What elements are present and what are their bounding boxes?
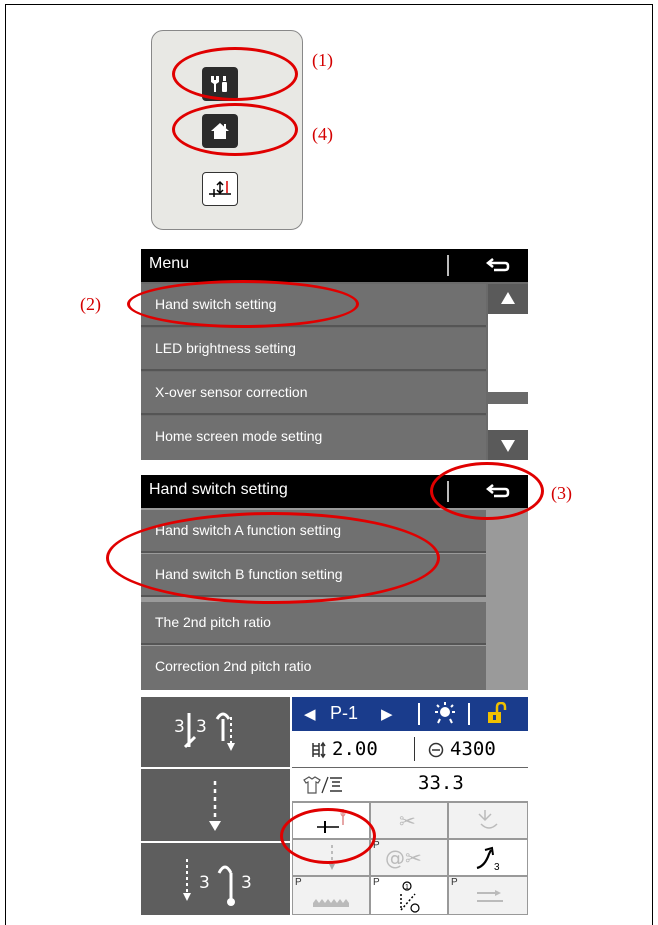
prev-pattern-icon[interactable]: ◀ bbox=[304, 705, 316, 723]
home-screen: 3 3 3 3 ◀ P-1 ▶ 2.00 4300 33.3 ✂ P @✂ 3 … bbox=[141, 697, 528, 915]
callout-ring-reverse bbox=[280, 808, 376, 864]
presser-lift-icon bbox=[477, 890, 503, 902]
bartack-count-button[interactable]: 3 bbox=[448, 839, 528, 876]
pitch-ratio-value: 33.3 bbox=[418, 772, 464, 794]
garment-ratio-icon bbox=[303, 776, 342, 794]
menu-screen: Menu Hand switch setting LED brightness … bbox=[141, 249, 528, 460]
menu-item-label: The 2nd pitch ratio bbox=[155, 614, 271, 630]
needle-button[interactable] bbox=[202, 172, 238, 206]
back-icon[interactable] bbox=[485, 256, 511, 274]
arrow-up-icon bbox=[501, 292, 515, 304]
wiper-icon bbox=[478, 810, 498, 829]
p-marker: P bbox=[373, 877, 380, 888]
callout-label-2: (2) bbox=[80, 294, 101, 314]
speed-icon bbox=[428, 742, 444, 758]
callout-label-4: (4) bbox=[312, 124, 333, 144]
scissors-icon: ✂ bbox=[399, 809, 416, 833]
bartack-count-icon: 3 bbox=[476, 846, 500, 872]
pitch-ratio-row[interactable]: 33.3 bbox=[292, 768, 528, 802]
menu-item-home-mode[interactable]: Home screen mode setting bbox=[141, 416, 486, 460]
hand-switch-item-2nd-pitch[interactable]: The 2nd pitch ratio bbox=[141, 602, 486, 645]
status-bar: ◀ P-1 ▶ bbox=[292, 697, 528, 731]
trim-wiper-button[interactable]: P @✂ bbox=[370, 839, 448, 876]
end-backtack-button[interactable]: 3 3 bbox=[141, 843, 290, 915]
menu-item-led[interactable]: LED brightness setting bbox=[141, 328, 486, 371]
start-backtack-icon bbox=[183, 712, 235, 751]
scroll-thumb[interactable] bbox=[488, 392, 528, 404]
continuous-stitch-button[interactable] bbox=[141, 771, 290, 843]
condensed-stitch-icon: 1 bbox=[400, 881, 420, 913]
feed-dog-icon bbox=[313, 899, 349, 907]
row-separator bbox=[414, 737, 415, 761]
start-backtack-button[interactable]: 3 3 bbox=[141, 697, 290, 769]
svg-text:3: 3 bbox=[494, 862, 500, 872]
callout-label-1: (1) bbox=[312, 50, 333, 70]
status-separator bbox=[418, 703, 420, 725]
left-panel: 3 3 3 3 bbox=[141, 697, 290, 915]
callout-ring-ab bbox=[106, 512, 440, 604]
needle-up-down-icon bbox=[209, 180, 231, 197]
callout-ring-2 bbox=[127, 280, 359, 328]
condensed-stitch-button[interactable]: P 1 bbox=[370, 876, 448, 915]
p-marker: P bbox=[451, 877, 458, 888]
end-backtack-icon bbox=[183, 859, 235, 906]
speed-value: 4300 bbox=[450, 738, 496, 760]
unlock-icon[interactable] bbox=[485, 702, 509, 726]
stitch-length-value: 2.00 bbox=[332, 738, 378, 760]
callout-ring-1 bbox=[172, 47, 298, 101]
menu-item-label: LED brightness setting bbox=[155, 340, 296, 356]
status-separator bbox=[468, 703, 470, 725]
hand-switch-title: Hand switch setting bbox=[149, 481, 288, 498]
thread-trim-button[interactable]: ✂ bbox=[370, 802, 448, 839]
title-separator bbox=[447, 255, 449, 276]
wiper-button[interactable] bbox=[448, 802, 528, 839]
menu-item-label: Correction 2nd pitch ratio bbox=[155, 658, 312, 674]
menu-title-bar: Menu bbox=[141, 249, 528, 282]
arrow-down-icon bbox=[501, 440, 515, 452]
callout-label-3: (3) bbox=[551, 483, 572, 503]
menu-item-label: Home screen mode setting bbox=[155, 428, 323, 444]
scroll-down-button[interactable] bbox=[488, 430, 528, 460]
presser-lift-button[interactable]: P bbox=[448, 876, 528, 915]
trim-wiper-icon: @✂ bbox=[385, 846, 422, 870]
callout-ring-3 bbox=[430, 462, 544, 520]
menu-item-label: X-over sensor correction bbox=[155, 384, 308, 400]
menu-title: Menu bbox=[149, 255, 190, 272]
stitch-speed-row[interactable]: 2.00 4300 bbox=[292, 733, 528, 768]
p-marker: P bbox=[295, 877, 302, 888]
menu-scrollbar[interactable] bbox=[488, 284, 528, 460]
stitch-length-icon bbox=[312, 741, 326, 759]
feed-dog-button[interactable]: P bbox=[292, 876, 370, 915]
led-light-icon[interactable] bbox=[432, 702, 458, 726]
menu-item-xover[interactable]: X-over sensor correction bbox=[141, 372, 486, 415]
continuous-stitch-icon bbox=[209, 781, 221, 831]
scroll-up-button[interactable] bbox=[488, 284, 528, 314]
next-pattern-icon[interactable]: ▶ bbox=[381, 705, 393, 723]
callout-ring-4 bbox=[172, 103, 298, 156]
hand-switch-item-correction[interactable]: Correction 2nd pitch ratio bbox=[141, 646, 486, 690]
svg-text:1: 1 bbox=[405, 884, 409, 891]
pattern-number: P-1 bbox=[330, 703, 359, 723]
